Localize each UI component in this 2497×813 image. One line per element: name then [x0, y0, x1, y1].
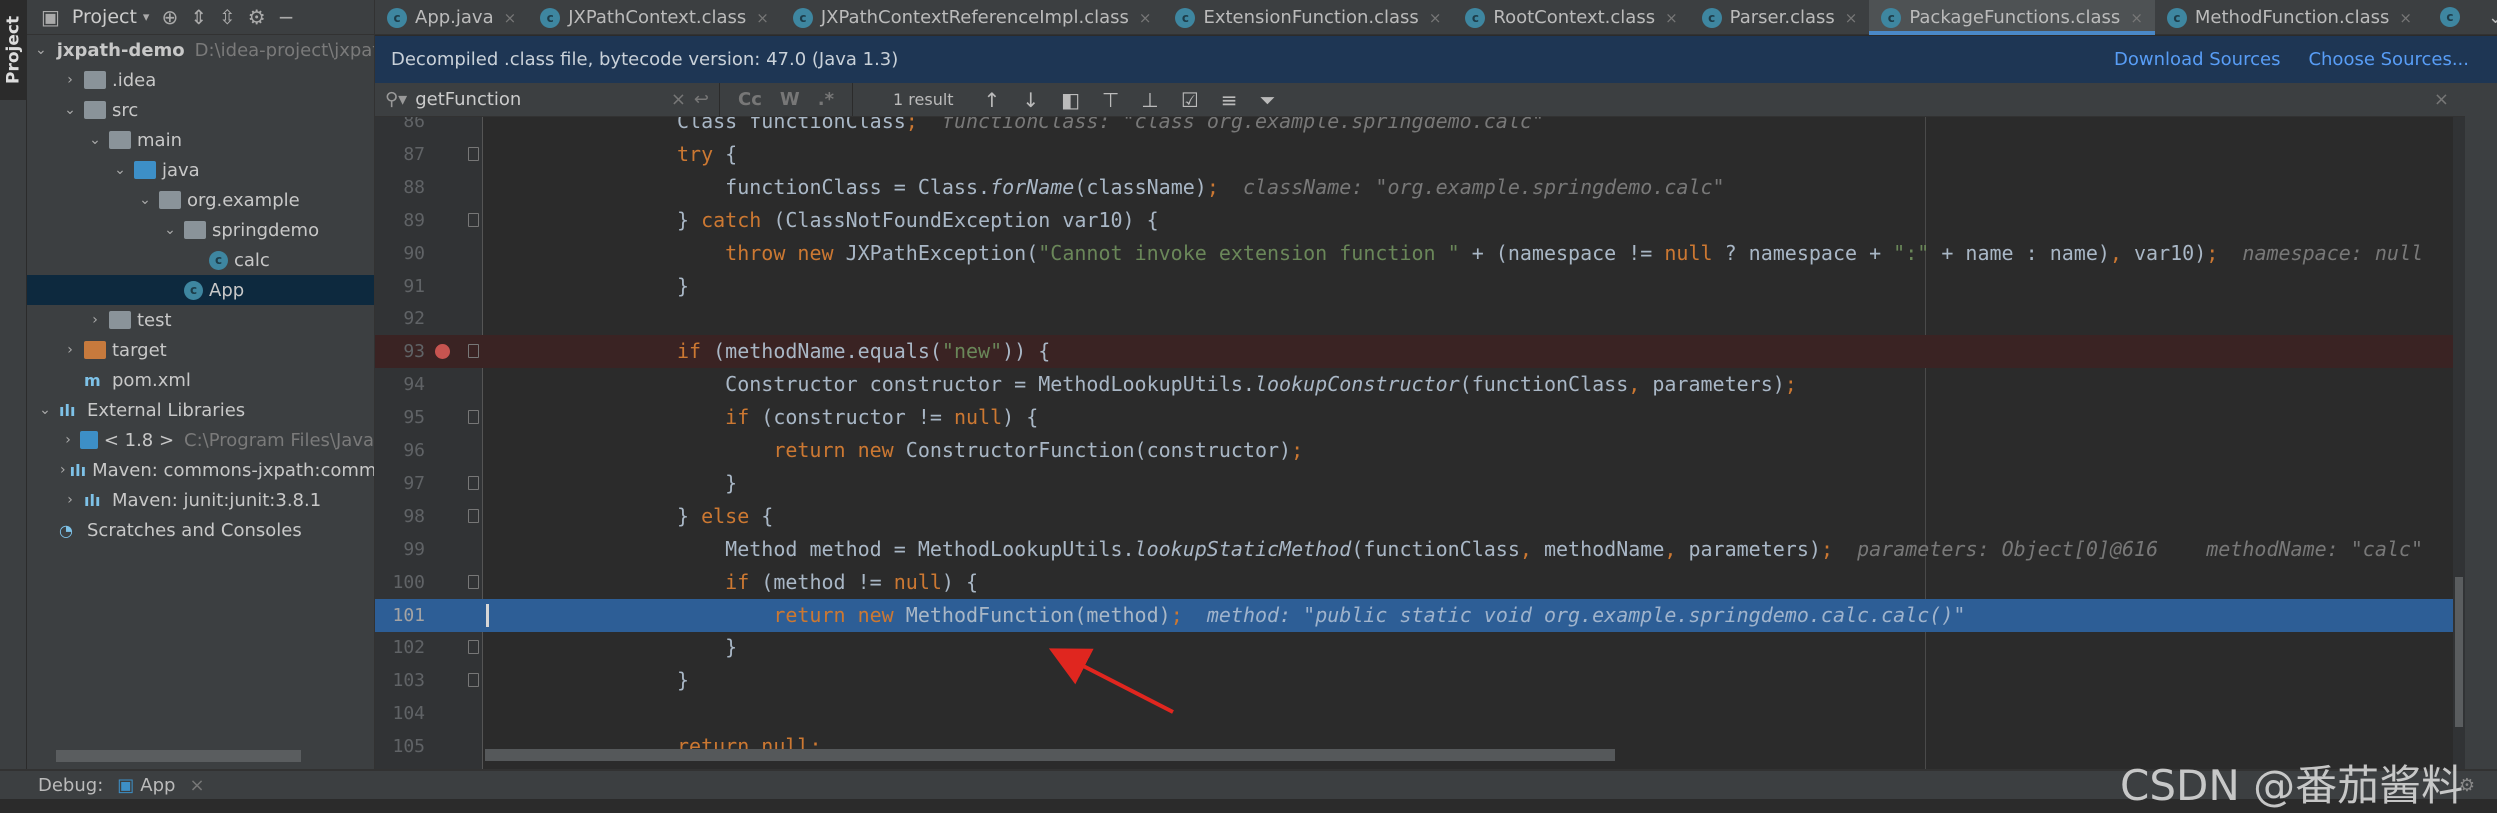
annotation-arrow — [1048, 648, 1174, 714]
red-arrow — [1048, 648, 1174, 714]
